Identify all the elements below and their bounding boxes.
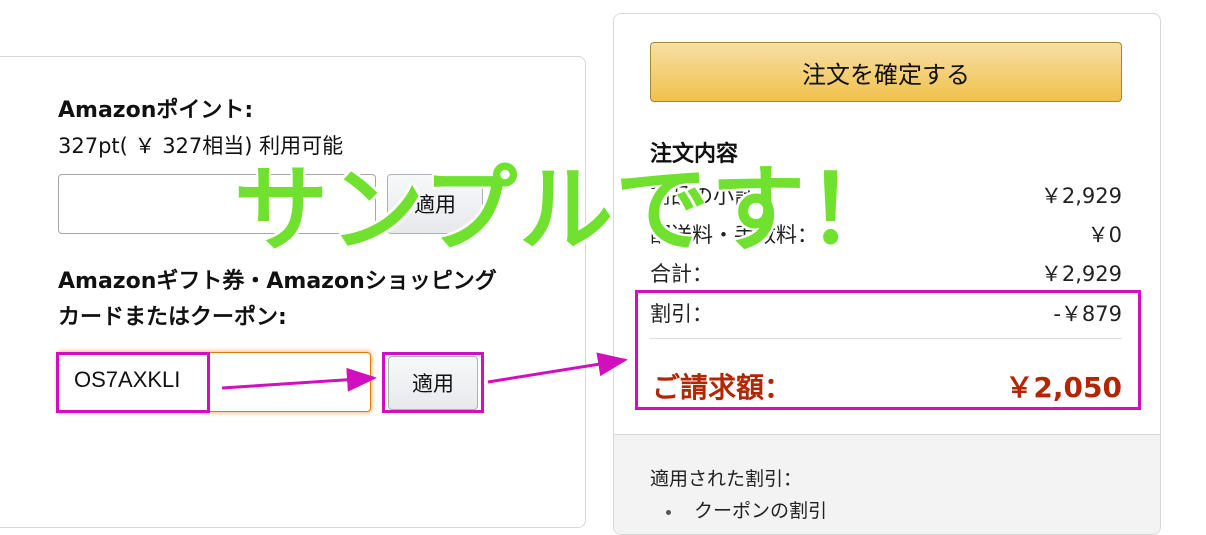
arrow-to-summary-icon <box>487 352 628 384</box>
sample-watermark: サンプルです！ <box>234 156 904 265</box>
arrow-to-apply-icon <box>221 367 377 392</box>
